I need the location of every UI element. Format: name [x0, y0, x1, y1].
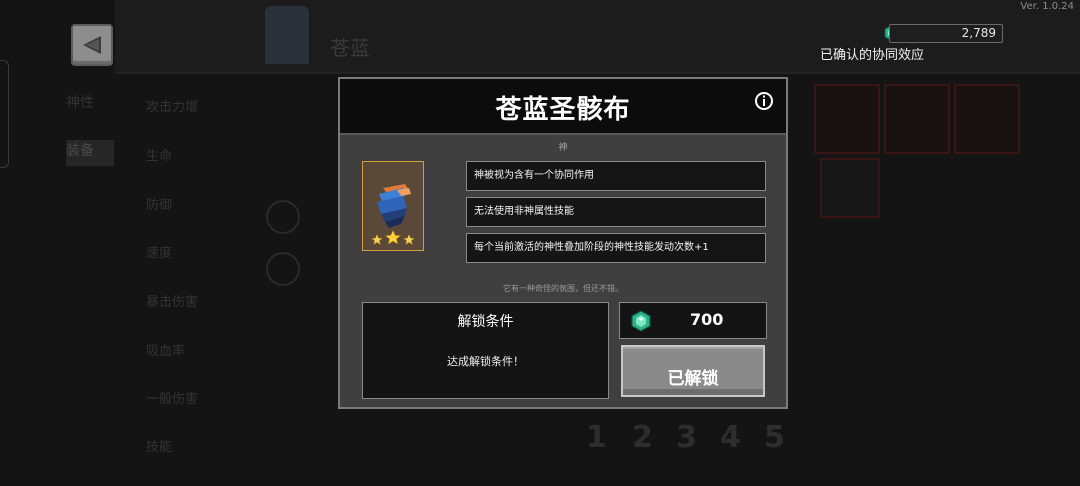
list-item[interactable]: 一般伤害 [146, 388, 198, 407]
back-button[interactable] [71, 24, 113, 66]
list-item[interactable]: 防御 [146, 194, 172, 213]
background-item-card[interactable] [814, 84, 880, 154]
currency-display: 2,789 [889, 24, 1003, 43]
gem-icon [630, 310, 652, 336]
character-portrait [265, 6, 309, 64]
version-label: Ver. 1.0.24 [1020, 1, 1074, 12]
list-item[interactable]: 速度 [146, 242, 172, 261]
background-stat-icon [266, 200, 300, 234]
side-tab-divinity[interactable]: 神性 [66, 92, 114, 118]
page-number[interactable]: 5 [764, 420, 785, 455]
page-number[interactable]: 2 [632, 420, 653, 455]
page-number[interactable]: 1 [586, 420, 607, 455]
background-stat-icon [266, 252, 300, 286]
back-arrow-icon [83, 36, 101, 54]
shroud-icon [370, 184, 416, 246]
list-item[interactable]: 吸血率 [146, 340, 185, 359]
unlock-condition-panel: 解锁条件 达成解锁条件！ [362, 302, 609, 399]
flavor-text: 它有一种奇怪的氛围，但还不错。 [503, 284, 623, 293]
unlock-condition-title: 解锁条件 [457, 314, 514, 330]
background-item-card[interactable] [954, 84, 1020, 154]
currency-amount: 2,789 [961, 26, 996, 40]
unlocked-button-label: 已解锁 [667, 369, 719, 389]
effect-line: 神被视为含有一个协同作用 [466, 161, 766, 191]
list-item[interactable]: 攻击力增 [146, 96, 198, 115]
info-icon[interactable] [754, 91, 774, 111]
modal-header: 苍蓝圣骸布 [340, 79, 786, 135]
item-category: 神 [558, 143, 568, 153]
side-tab-equipment[interactable]: 装备 [66, 140, 114, 166]
item-icon-frame [362, 161, 424, 251]
effect-line: 每个当前激活的神性叠加阶段的神性技能发动次数+1 [466, 233, 766, 263]
page-number[interactable]: 4 [720, 420, 741, 455]
background-title: 苍蓝 [330, 36, 370, 60]
unlocked-button[interactable]: 已解锁 [621, 345, 765, 397]
effect-line: 无法使用非神属性技能 [466, 197, 766, 227]
item-detail-modal: 苍蓝圣骸布 神 神被视为含有一个协同作用 无法使用非神属性技能 每个当前激活的神… [338, 77, 788, 409]
list-item[interactable]: 技能 [146, 436, 172, 455]
unlock-condition-text: 达成解锁条件！ [447, 355, 524, 368]
background-item-card[interactable] [884, 84, 950, 154]
background-item-card[interactable] [820, 158, 880, 218]
list-item[interactable]: 生命 [146, 145, 172, 164]
item-title: 苍蓝圣骸布 [495, 95, 631, 125]
side-drawer-handle[interactable] [0, 60, 9, 168]
list-item[interactable]: 暴击伤害 [146, 291, 198, 310]
price-display: 700 [619, 302, 767, 339]
page-number[interactable]: 3 [676, 420, 697, 455]
confirmed-synergy-link[interactable]: 已确认的协同效应 [820, 44, 924, 63]
price-value: 700 [690, 310, 724, 329]
